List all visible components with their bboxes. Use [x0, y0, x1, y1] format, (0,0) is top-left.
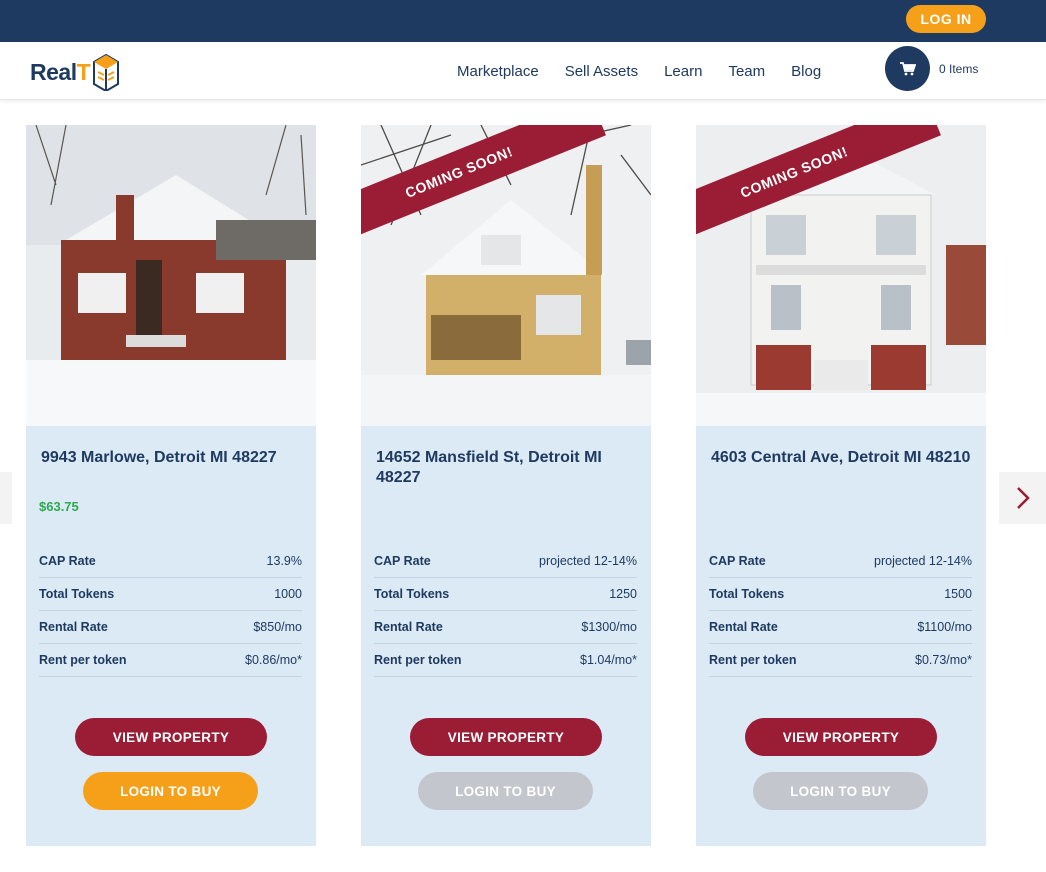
stat-value: $0.73/mo* [915, 653, 972, 667]
stat-label: CAP Rate [374, 554, 431, 568]
property-title[interactable]: 4603 Central Ave, Detroit MI 48210 [711, 448, 976, 468]
stat-label: Rent per token [39, 653, 127, 667]
chevron-right-icon [1016, 487, 1030, 509]
property-card: COMING SOON! 14652 Mansfield St, Detroit… [361, 125, 651, 846]
login-button[interactable]: LOG IN [906, 5, 986, 33]
stat-label: Total Tokens [374, 587, 450, 601]
login-to-buy-button[interactable]: LOGIN TO BUY [418, 772, 593, 810]
stat-label: Total Tokens [39, 587, 115, 601]
nav-links: Marketplace Sell Assets Learn Team Blog [457, 42, 847, 100]
stat-total-tokens: Total Tokens 1500 [709, 578, 972, 611]
main-navigation: RealT Marketplace Sell Assets Learn Team… [0, 42, 1046, 100]
stat-value: projected 12-14% [874, 554, 972, 568]
carousel-next-button[interactable] [999, 472, 1046, 524]
property-title[interactable]: 9943 Marlowe, Detroit MI 48227 [41, 448, 306, 468]
nav-blog[interactable]: Blog [791, 63, 821, 80]
nav-team[interactable]: Team [728, 63, 765, 80]
cart-item-count: 0 Items [939, 61, 979, 76]
property-stats: CAP Rate 13.9% Total Tokens 1000 Rental Ra… [39, 545, 302, 677]
logo-wordmark-real: Real [30, 58, 77, 85]
view-property-button[interactable]: VIEW PROPERTY [75, 718, 267, 756]
nav-marketplace[interactable]: Marketplace [457, 63, 539, 80]
stat-cap-rate: CAP Rate 13.9% [39, 545, 302, 578]
property-photo[interactable]: COMING SOON! [361, 125, 651, 426]
stat-rent-per-token: Rent per token $1.04/mo* [374, 644, 637, 677]
stat-label: Rental Rate [709, 620, 778, 634]
property-card: COMING SOON! 4603 Central Ave, Detroit M… [696, 125, 986, 846]
stat-value: 13.9% [266, 554, 302, 568]
stat-total-tokens: Total Tokens 1000 [39, 578, 302, 611]
token-price: $63.75 [39, 499, 79, 514]
nav-sell-assets[interactable]: Sell Assets [565, 63, 638, 80]
stat-value: $850/mo [253, 620, 302, 634]
stat-label: Rent per token [374, 653, 462, 667]
logo-cube-icon [93, 53, 120, 91]
stat-label: CAP Rate [39, 554, 96, 568]
stat-value: $0.86/mo* [245, 653, 302, 667]
stat-rent-per-token: Rent per token $0.73/mo* [709, 644, 972, 677]
stat-label: Rental Rate [374, 620, 443, 634]
stat-label: CAP Rate [709, 554, 766, 568]
nav-learn[interactable]: Learn [664, 63, 702, 80]
stat-value: 1500 [944, 587, 972, 601]
property-stats: CAP Rate projected 12-14% Total Tokens 150… [709, 545, 972, 677]
stat-value: projected 12-14% [539, 554, 637, 568]
cart[interactable]: 0 Items [885, 46, 978, 91]
stat-value: $1100/mo [917, 620, 972, 634]
view-property-button[interactable]: VIEW PROPERTY [745, 718, 937, 756]
stat-total-tokens: Total Tokens 1250 [374, 578, 637, 611]
realt-logo[interactable]: RealT [30, 50, 120, 94]
shopping-cart-icon [899, 61, 916, 75]
stat-value: 1250 [609, 587, 637, 601]
stat-rental-rate: Rental Rate $1300/mo [374, 611, 637, 644]
top-bar: LOG IN [0, 0, 1046, 42]
stat-cap-rate: CAP Rate projected 12-14% [709, 545, 972, 578]
property-card: 9943 Marlowe, Detroit MI 48227 $63.75 CA… [26, 125, 316, 846]
stat-label: Total Tokens [709, 587, 785, 601]
stat-label: Rent per token [709, 653, 797, 667]
logo-wordmark-t: T [76, 58, 91, 85]
property-photo[interactable] [26, 125, 316, 426]
login-to-buy-button[interactable]: LOGIN TO BUY [83, 772, 258, 810]
cart-button[interactable] [885, 46, 930, 91]
property-photo[interactable]: COMING SOON! [696, 125, 986, 426]
view-property-button[interactable]: VIEW PROPERTY [410, 718, 602, 756]
stat-value: $1.04/mo* [580, 653, 637, 667]
stat-label: Rental Rate [39, 620, 108, 634]
stat-rent-per-token: Rent per token $0.86/mo* [39, 644, 302, 677]
logo-wordmark: RealT [30, 58, 91, 86]
property-title[interactable]: 14652 Mansfield St, Detroit MI 48227 [376, 448, 641, 488]
stat-value: 1000 [274, 587, 302, 601]
stat-cap-rate: CAP Rate projected 12-14% [374, 545, 637, 578]
login-to-buy-button[interactable]: LOGIN TO BUY [753, 772, 928, 810]
stat-rental-rate: Rental Rate $1100/mo [709, 611, 972, 644]
stat-value: $1300/mo [581, 620, 637, 634]
carousel-prev-button[interactable] [0, 472, 12, 524]
property-stats: CAP Rate projected 12-14% Total Tokens 125… [374, 545, 637, 677]
stat-rental-rate: Rental Rate $850/mo [39, 611, 302, 644]
